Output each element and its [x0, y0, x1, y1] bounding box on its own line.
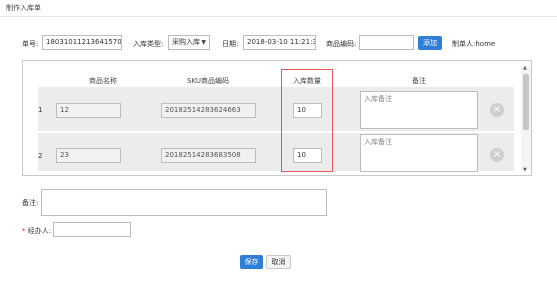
- product-name-field: 12: [56, 103, 121, 118]
- column-header-remark: 备注: [412, 77, 426, 85]
- remark-textarea[interactable]: 入库备注: [360, 91, 478, 129]
- handler-input[interactable]: [53, 222, 131, 237]
- row-index: 2: [38, 152, 43, 160]
- maker-value: home: [475, 40, 496, 48]
- sku-field: 20182514283624663: [161, 103, 256, 118]
- remove-circle-icon[interactable]: ×: [490, 103, 504, 117]
- sku-field: 20182514283683508: [161, 148, 256, 163]
- product-code-input[interactable]: [359, 35, 414, 50]
- save-button[interactable]: 保存: [240, 255, 263, 269]
- handler-label: * 经办人:: [22, 226, 51, 236]
- product-code-label: 商品编码:: [326, 40, 357, 48]
- order-no-label: 单号:: [22, 40, 39, 48]
- date-field[interactable]: 2018-03-10 11:21:36: [243, 35, 316, 50]
- order-remark-textarea[interactable]: [41, 189, 327, 216]
- type-select-value: 采购入库: [172, 38, 200, 46]
- remove-circle-icon[interactable]: ×: [490, 148, 504, 162]
- column-header-sku: SKU商品编码: [187, 77, 229, 85]
- maker-label-text: 制单人:: [452, 40, 476, 48]
- required-marker: *: [22, 227, 26, 235]
- title-bar: [0, 0, 557, 17]
- page-title: 制作入库单: [6, 4, 41, 12]
- caret-down-icon: ▼: [201, 39, 206, 46]
- remark-label: 备注:: [22, 199, 39, 207]
- qty-column-highlight: [281, 69, 333, 172]
- add-button[interactable]: 添加: [418, 36, 442, 50]
- maker-label: 制单人:home: [452, 39, 495, 49]
- remark-textarea[interactable]: 入库备注: [360, 134, 478, 172]
- type-label: 入库类型:: [133, 40, 164, 48]
- scrollbar-thumb[interactable]: [523, 74, 529, 130]
- column-header-name: 商品名称: [89, 77, 117, 85]
- order-no-field[interactable]: 1803101121364157033: [42, 35, 122, 50]
- type-select[interactable]: 采购入库 ▼: [168, 35, 210, 50]
- row-index: 1: [38, 106, 43, 114]
- handler-label-text: 经办人:: [27, 227, 52, 235]
- date-label: 日期:: [222, 40, 239, 48]
- arrow-up-icon[interactable]: ▲: [523, 65, 527, 71]
- product-name-field: 23: [56, 148, 121, 163]
- cancel-button[interactable]: 取消: [266, 255, 291, 269]
- arrow-down-icon[interactable]: ▼: [523, 167, 527, 173]
